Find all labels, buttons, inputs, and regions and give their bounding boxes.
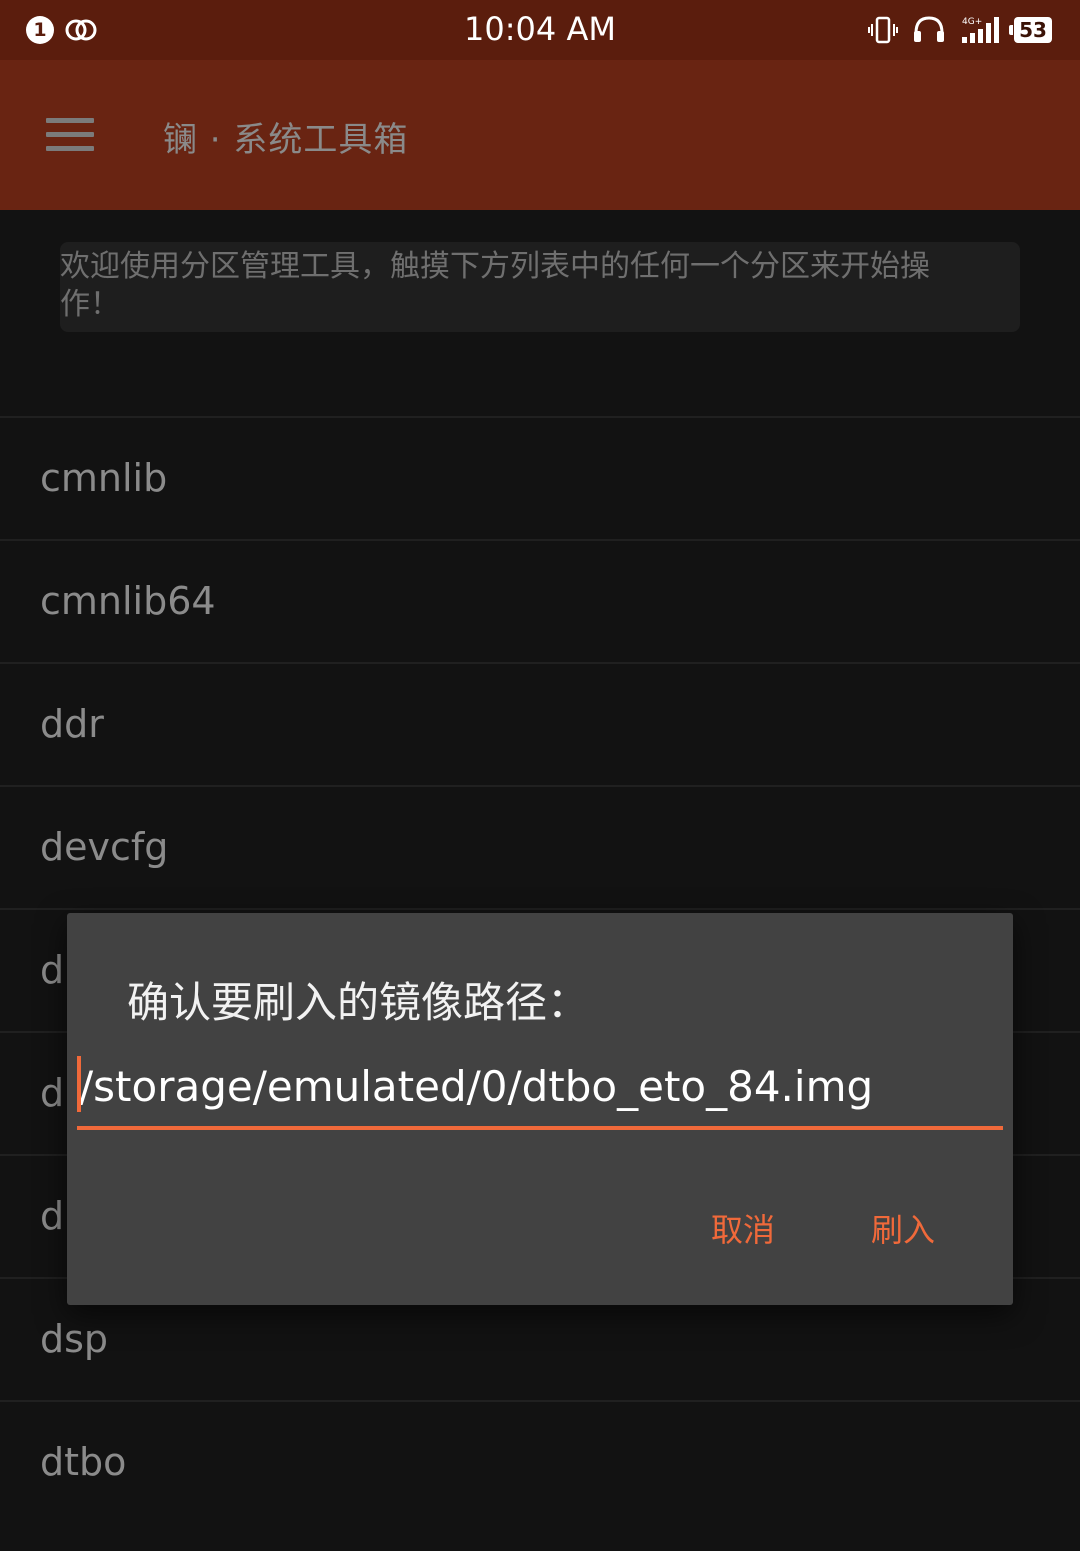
screen: 1 10:04 AM 4G+ 53 镧 · 系统工具箱 欢迎使用分区管理工具，触… (0, 0, 1080, 1551)
battery-icon: 53 (1009, 17, 1052, 43)
info-card: 欢迎使用分区管理工具，触摸下方列表中的任何一个分区来开始操作！ (60, 242, 1020, 332)
vibrate-icon (868, 16, 898, 44)
hamburger-menu-icon[interactable] (46, 118, 94, 152)
list-item-label: d (40, 1071, 65, 1115)
flash-image-dialog: 确认要刷入的镜像路径： 取消 刷入 (67, 913, 1013, 1305)
text-cursor (77, 1056, 81, 1112)
input-underline (77, 1126, 1003, 1130)
list-item-label: d (40, 948, 65, 992)
list-item[interactable]: devcfg (0, 785, 1080, 908)
list-item-label: cmnlib64 (40, 579, 216, 623)
list-item-label: cmnlib (40, 456, 168, 500)
signal-4g-icon: 4G+ (962, 17, 999, 43)
app-title: 镧 · 系统工具箱 (163, 120, 409, 160)
list-item[interactable]: cmnlib64 (0, 539, 1080, 662)
cancel-button[interactable]: 取消 (711, 1205, 775, 1251)
list-item-label: devcfg (40, 825, 169, 869)
status-bar: 1 10:04 AM 4G+ 53 (0, 0, 1080, 60)
dialog-title: 确认要刷入的镜像路径： (127, 978, 590, 1027)
app-bar: 镧 · 系统工具箱 (0, 60, 1080, 210)
list-item-label: dsp (40, 1317, 109, 1361)
list-item-label: dtbo (40, 1440, 127, 1484)
status-right: 4G+ 53 (868, 14, 1052, 46)
list-item-label: d (40, 1194, 65, 1238)
flash-button[interactable]: 刷入 (871, 1205, 935, 1251)
list-item[interactable]: ddr (0, 662, 1080, 785)
headset-icon (914, 16, 944, 42)
list-item[interactable]: cmnlib (0, 416, 1080, 539)
image-path-input[interactable] (79, 1056, 1001, 1116)
network-type-label: 4G+ (962, 17, 982, 27)
list-item-label: ddr (40, 702, 104, 746)
list-item[interactable]: dtbo (0, 1400, 1080, 1523)
info-text: 欢迎使用分区管理工具，触摸下方列表中的任何一个分区来开始操作！ (60, 249, 930, 322)
